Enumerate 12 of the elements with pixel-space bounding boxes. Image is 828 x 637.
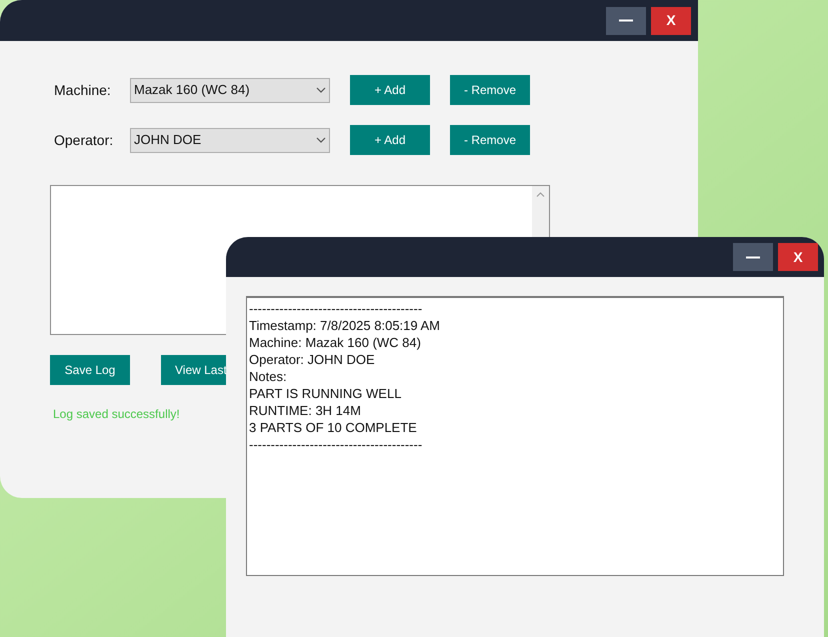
log-line: PART IS RUNNING WELL: [249, 385, 402, 402]
log-line: Machine: Mazak 160 (WC 84): [249, 334, 422, 351]
log-line: ----------------------------------------: [249, 436, 424, 453]
log-line: ----------------------------------------: [249, 300, 424, 317]
log-line: 3 PARTS OF 10 COMPLETE: [249, 419, 418, 436]
status-message: Log saved successfully!: [53, 406, 180, 423]
field-label: Machine:: [53, 80, 112, 100]
log-line: RUNTIME: 3H 14M: [249, 402, 362, 419]
log-line: Notes:: [249, 368, 288, 385]
log-line: Timestamp: 7/8/2025 8:05:19 AM: [249, 317, 442, 334]
field-label: Operator:: [53, 130, 114, 150]
log-line: Operator: JOHN DOE: [249, 351, 376, 368]
